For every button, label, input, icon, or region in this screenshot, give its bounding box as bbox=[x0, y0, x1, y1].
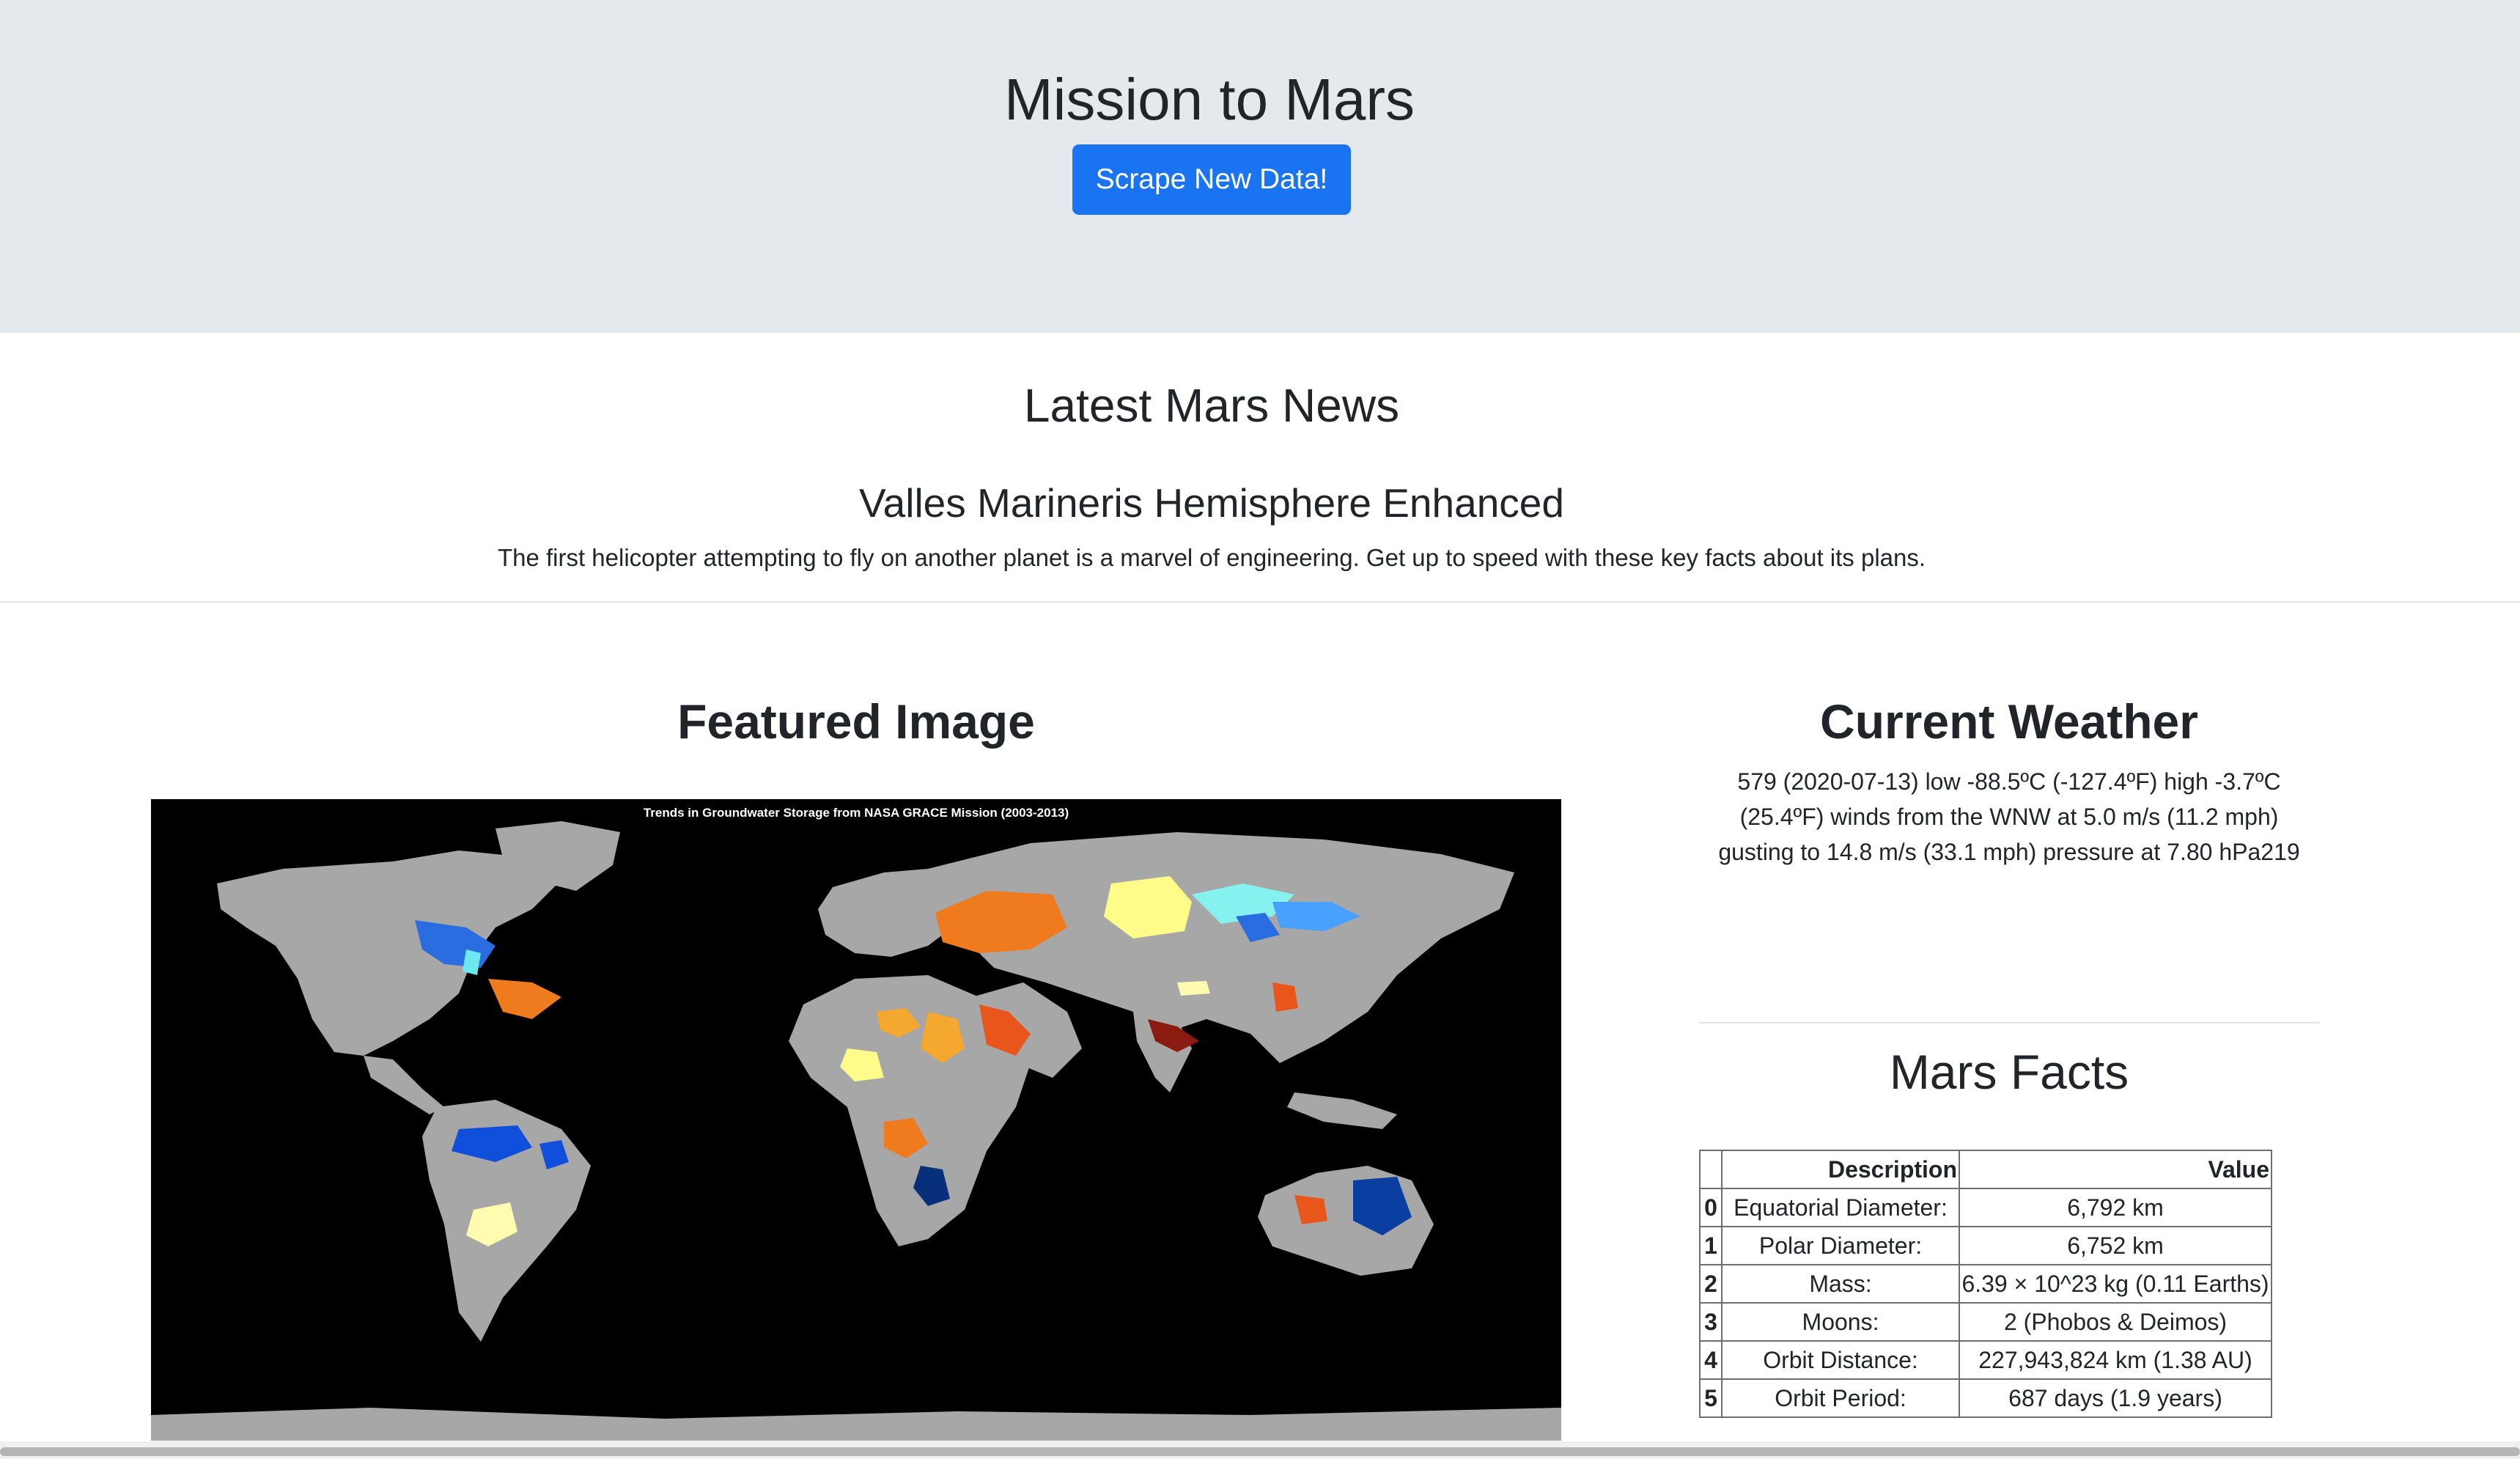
row-description: Moons: bbox=[1721, 1302, 1960, 1342]
mars-facts-heading: Mars Facts bbox=[1889, 1045, 2129, 1099]
row-value: 2 (Phobos & Deimos) bbox=[1959, 1302, 2272, 1342]
table-header-row: Description Value bbox=[1699, 1150, 2272, 1189]
table-row: 3 Moons: 2 (Phobos & Deimos) bbox=[1699, 1302, 2272, 1342]
page-title: Mission to Mars bbox=[1003, 67, 1415, 132]
row-description: Mass: bbox=[1721, 1264, 1960, 1304]
jumbotron: Mission to Mars Scrape New Data! bbox=[0, 0, 2520, 333]
table-row: 4 Orbit Distance: 227,943,824 km (1.38 A… bbox=[1699, 1340, 2272, 1380]
row-value: 227,943,824 km (1.38 AU) bbox=[1959, 1340, 2272, 1380]
table-row: 2 Mass: 6.39 × 10^23 kg (0.11 Earths) bbox=[1699, 1264, 2272, 1304]
row-description: Orbit Distance: bbox=[1721, 1340, 1960, 1380]
section-divider bbox=[0, 601, 2520, 603]
row-index: 5 bbox=[1699, 1378, 1723, 1418]
row-index: 3 bbox=[1699, 1302, 1723, 1342]
column-header-value: Value bbox=[1959, 1150, 2272, 1189]
latest-news-heading: Latest Mars News bbox=[1023, 379, 1400, 432]
news-title: Valles Marineris Hemisphere Enhanced bbox=[859, 480, 1564, 526]
horizontal-scrollbar[interactable] bbox=[0, 1441, 2520, 1459]
featured-image-heading: Featured Image bbox=[677, 694, 1035, 749]
row-index: 0 bbox=[1699, 1188, 1723, 1227]
mars-facts-table: Description Value 0 Equatorial Diameter:… bbox=[1699, 1150, 2272, 1418]
row-value: 6,752 km bbox=[1959, 1226, 2272, 1265]
column-header-description: Description bbox=[1721, 1150, 1960, 1189]
table-row: 1 Polar Diameter: 6,752 km bbox=[1699, 1226, 2272, 1265]
row-description: Equatorial Diameter: bbox=[1721, 1188, 1960, 1227]
weather-facts-divider bbox=[1699, 1022, 2319, 1023]
row-index: 4 bbox=[1699, 1340, 1723, 1380]
row-description: Polar Diameter: bbox=[1721, 1226, 1960, 1265]
scrollbar-thumb[interactable] bbox=[0, 1447, 2520, 1456]
row-index: 1 bbox=[1699, 1226, 1723, 1265]
table-row: 0 Equatorial Diameter: 6,792 km bbox=[1699, 1188, 2272, 1227]
column-header-index bbox=[1699, 1150, 1723, 1189]
table-row: 5 Orbit Period: 687 days (1.9 years) bbox=[1699, 1378, 2272, 1418]
featured-image: Trends in Groundwater Storage from NASA … bbox=[151, 799, 1561, 1441]
current-weather-heading: Current Weather bbox=[1820, 694, 2198, 749]
row-index: 2 bbox=[1699, 1264, 1723, 1304]
row-value: 6,792 km bbox=[1959, 1188, 2272, 1227]
news-teaser: The first helicopter attempting to fly o… bbox=[497, 544, 1926, 571]
row-value: 6.39 × 10^23 kg (0.11 Earths) bbox=[1959, 1264, 2272, 1304]
featured-image-caption: Trends in Groundwater Storage from NASA … bbox=[644, 806, 1069, 820]
row-description: Orbit Period: bbox=[1721, 1378, 1960, 1418]
scrape-new-data-button[interactable]: Scrape New Data! bbox=[1072, 144, 1351, 215]
row-value: 687 days (1.9 years) bbox=[1959, 1378, 2272, 1418]
weather-report: 579 (2020-07-13) low -88.5ºC (-127.4ºF) … bbox=[1718, 768, 2300, 865]
